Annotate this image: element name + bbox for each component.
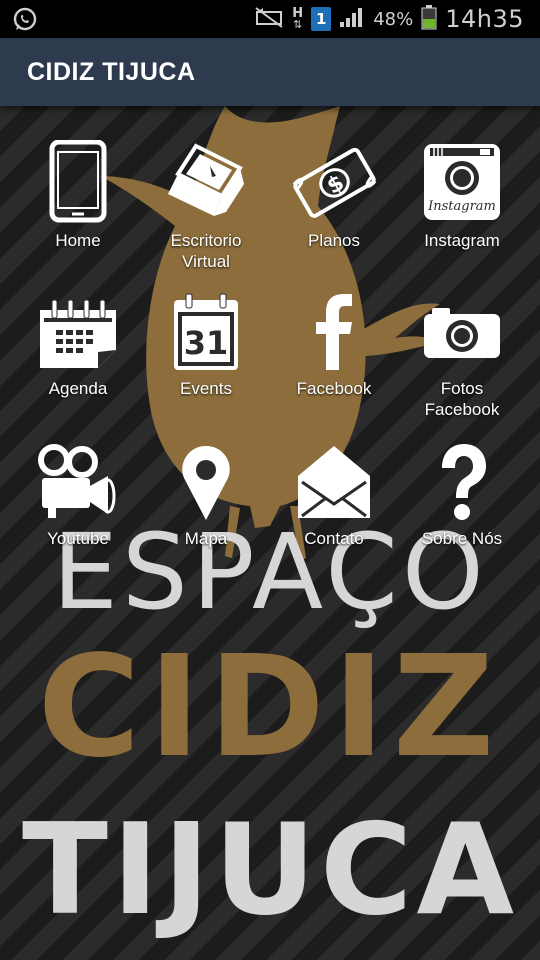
calendar-31-icon: 31 [174,293,238,370]
instagram-icon: Instagram [424,144,500,220]
status-bar: H ⇅ 1 48% 14h35 [0,0,540,38]
menu-item-home[interactable]: Home [14,140,142,251]
menu-item-escritorio-virtual[interactable]: Escritorio Virtual [142,140,270,272]
facebook-icon [316,294,352,370]
menu-item-label: Mapa [184,529,228,548]
menu-item-fotos-facebook[interactable]: Fotos Facebook [398,292,526,420]
content-area: ESPAÇO CIDIZ TIJUCA Home Escritorio Virt… [0,106,540,960]
map-pin-icon [182,446,230,520]
instagram-wordmark: Instagram [427,199,496,214]
app-title: CIDIZ TIJUCA [27,57,196,86]
video-camera-icon [38,444,116,518]
menu-item-agenda[interactable]: Agenda [14,292,142,399]
menu-item-facebook[interactable]: Facebook [270,292,398,399]
envelope-icon [298,446,370,518]
sim-number: 1 [315,10,327,28]
menu-item-label: Instagram [424,231,500,250]
menu-item-label: Escritorio Virtual [170,231,242,271]
battery-icon [421,4,437,34]
mute-icon [254,6,284,32]
camera-icon [424,308,500,358]
menu-item-planos[interactable]: $ Planos [270,140,398,251]
menu-item-label: Contato [304,529,364,548]
calendar-icon [40,299,116,368]
menu-item-events[interactable]: 31 Events [142,292,270,399]
menu-item-instagram[interactable]: Instagram Instagram [398,140,526,251]
menu-item-label: Fotos Facebook [424,379,500,419]
sim-icon: 1 [311,7,332,31]
menu-item-mapa[interactable]: Mapa [142,442,270,549]
menu-item-contato[interactable]: Contato [270,442,398,549]
brand-tijuca: TIJUCA [21,796,518,943]
whatsapp-icon [12,6,38,36]
menu-item-label: Events [180,379,232,398]
menu-item-label: Sobre Nós [421,529,503,548]
tablet-icon [49,140,107,223]
calendar-day-number: 31 [184,324,229,362]
laptop-icon [168,143,244,216]
menu-item-label: Planos [308,231,360,250]
menu-item-label: Youtube [47,529,109,548]
menu-item-sobre-nos[interactable]: Sobre Nós [398,442,526,549]
signal-icon [339,6,365,32]
brand-cidiz: CIDIZ [37,626,503,789]
question-icon [442,444,486,520]
data-arrows-icon: H ⇅ [292,6,304,31]
clock: 14h35 [445,5,524,33]
battery-percent: 48% [373,8,414,30]
app-bar: CIDIZ TIJUCA [0,38,540,106]
menu-item-youtube[interactable]: Youtube [14,442,142,549]
menu-item-label: Home [55,231,101,250]
menu-item-label: Facebook [296,379,372,398]
money-icon: $ [292,147,376,218]
menu-item-label: Agenda [48,379,108,398]
